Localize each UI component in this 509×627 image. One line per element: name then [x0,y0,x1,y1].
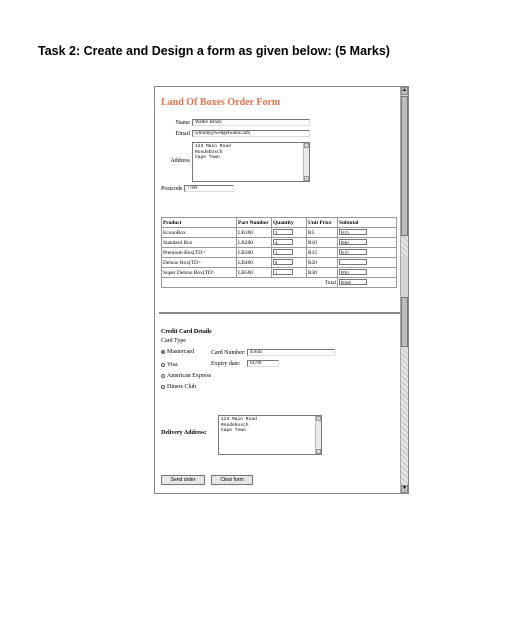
radio-icon[interactable] [161,373,165,378]
scroll-track[interactable] [401,236,408,256]
scroll-up-icon[interactable] [316,416,321,421]
address-textarea[interactable]: 123 Main Road Rondebosch Cape Town [192,142,310,182]
product-cell: Super Deluxe Box(TD> [161,267,237,278]
postcode-label: Postcode [161,186,183,192]
quantity-input[interactable]: 3 [273,229,293,236]
product-cell: Standard Box [161,237,237,248]
scroll-up-icon[interactable]: ▲ [401,87,408,95]
part-cell: LB500 [236,267,272,278]
table-row: Super Deluxe Box(TD> LB500 1 R30 R30 [161,267,397,278]
email-input[interactable]: wbrody@wedgetwater.com [192,130,310,137]
part-cell: LB400 [236,257,272,268]
quantity-input[interactable]: 1 [273,249,293,256]
subtotal-input[interactable]: R15 [339,249,367,256]
subtotal-cell: R30 [337,267,397,278]
name-label: Name [175,120,190,126]
table-row: Premium Box(TD> LB300 1 R15 R15 [161,247,397,258]
quantity-input[interactable]: 1 [273,269,293,276]
radio-visa[interactable]: Visa [161,362,178,368]
expiry-input[interactable]: 01/99 [247,360,279,367]
part-cell: LB200 [236,237,272,248]
textarea-scrollbar[interactable] [315,416,321,454]
delivery-address-label: Delivery Address: [161,430,207,436]
column-header: Quantity [271,217,307,228]
form-title: Land Of Boxes Order Form [161,97,281,108]
column-header: Product [161,217,237,228]
product-cell: EconoBox [161,227,237,238]
products-table: Product Part Number Quantity Unit Price … [161,217,397,288]
table-row: EconoBox LB100 3 R5 R15 [161,227,397,238]
column-header: Subtotal [337,217,397,228]
task-heading: Task 2: Create and Design a form as give… [38,44,390,58]
quantity-cell: 4 [271,237,307,248]
subtotal-input[interactable]: R40 [339,239,367,246]
quantity-input[interactable]: 4 [273,239,293,246]
total-cell: R360 [337,277,397,288]
table-row: Deluxe Box(TD> LB400 8 R20 [161,257,397,268]
card-number-input[interactable]: 45645 [247,349,335,356]
radio-icon[interactable] [161,362,165,367]
table-header-row: Product Part Number Quantity Unit Price … [161,217,397,228]
address-label: Address [170,158,190,164]
card-number-label: Card Number: [211,350,246,356]
subtotal-input[interactable]: R15 [339,229,367,236]
radio-diners-club[interactable]: Diners Club [161,384,196,390]
address-line: Cape Town [221,428,246,434]
subtotal-cell: R40 [337,237,397,248]
section-divider [159,312,406,314]
subtotal-cell [337,257,397,268]
name-input[interactable]: Walter Brody [192,119,310,126]
table-row: Standard Box LB200 4 R10 R40 [161,237,397,248]
price-cell: R30 [306,267,338,278]
column-header: Unit Price [306,217,338,228]
expiry-label: Expiry date: [211,361,241,367]
radio-american-express[interactable]: American Express [161,373,211,379]
price-cell: R10 [306,237,338,248]
subtotal-cell: R15 [337,247,397,258]
price-cell: R5 [306,227,338,238]
credit-card-title: Credit Card Details [161,329,212,335]
total-row: Total R360 [161,277,397,288]
quantity-cell: 8 [271,257,307,268]
postcode-input[interactable]: 7700 [184,185,234,192]
clear-form-button[interactable]: Clear form [211,475,253,485]
subtotal-input[interactable] [339,259,367,266]
send-order-button[interactable]: Send order [161,475,205,485]
page-scrollbar[interactable]: ▲ ▼ [400,87,408,493]
subtotal-cell: R15 [337,227,397,238]
price-cell: R20 [306,257,338,268]
product-cell: Premium Box(TD> [161,247,237,258]
total-input[interactable]: R360 [339,279,367,286]
part-cell: LB300 [236,247,272,258]
product-cell: Deluxe Box(TD> [161,257,237,268]
quantity-cell: 1 [271,247,307,258]
part-cell: LB100 [236,227,272,238]
textarea-scrollbar[interactable] [303,143,309,181]
scroll-thumb[interactable] [401,297,408,347]
form-frame: Land Of Boxes Order Form Name Walter Bro… [154,86,409,494]
scroll-down-icon[interactable] [316,449,321,454]
total-label: Total [161,277,338,288]
subtotal-input[interactable]: R30 [339,269,367,276]
scroll-down-icon[interactable] [304,176,309,181]
quantity-cell: 1 [271,267,307,278]
address-line: Cape Town [195,155,220,161]
delivery-address-textarea[interactable]: 123 Main Road Rondebosch Cape Town [218,415,322,455]
radio-icon[interactable] [161,384,165,389]
price-cell: R15 [306,247,338,258]
scroll-track[interactable] [401,347,408,487]
scroll-up-icon[interactable] [304,143,309,148]
column-header: Part Number [236,217,272,228]
scroll-down-icon[interactable]: ▼ [401,485,408,493]
quantity-input[interactable]: 8 [273,259,293,266]
radio-mastercard[interactable]: Mastercard [161,349,194,355]
scroll-thumb[interactable] [401,96,408,236]
quantity-cell: 3 [271,227,307,238]
email-label: Email [175,131,190,137]
radio-selected-icon[interactable] [161,349,165,354]
card-type-label: Card Type [161,338,186,344]
